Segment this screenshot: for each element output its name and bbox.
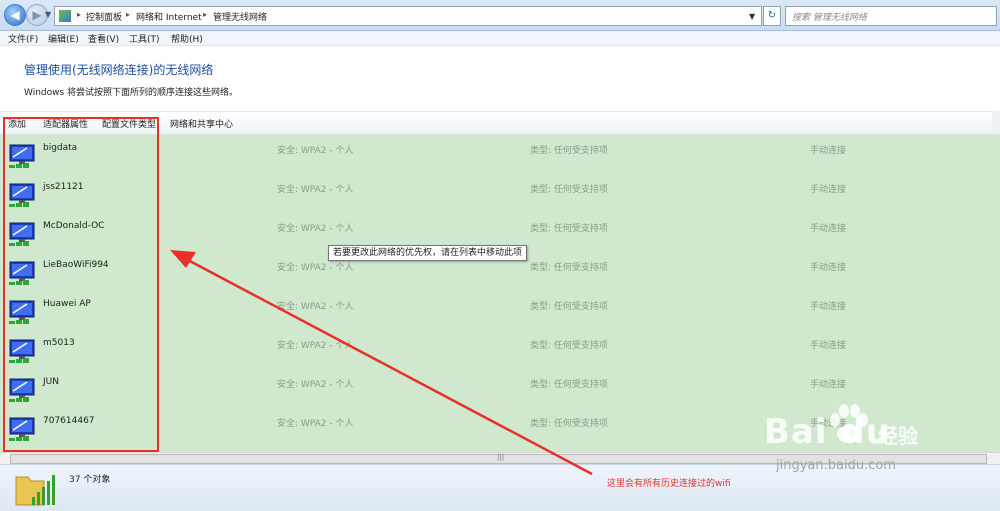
breadcrumb-separator-icon[interactable]: ▸ [126, 10, 130, 19]
network-security: 安全: WPA2 - 个人 [277, 302, 354, 312]
page-subtitle: Windows 将尝试按照下面所列的顺序连接这些网络。 [24, 88, 239, 98]
breadcrumb[interactable]: ▸ 控制面板 ▸ 网络和 Internet ▸ 管理无线网络 ▼ [54, 6, 762, 26]
network-connect-mode: 手动连接 [810, 185, 847, 195]
refresh-icon[interactable]: ↻ [763, 6, 781, 26]
menu-tools[interactable]: 工具(T) [129, 32, 160, 45]
watermark-logo: Bai du [764, 412, 891, 452]
watermark-url: jingyan.baidu.com [776, 458, 896, 473]
network-security: 安全: WPA2 - 个人 [277, 224, 354, 234]
network-connect-mode: 手动连接 [810, 380, 847, 390]
back-arrow-icon[interactable]: ◀ [4, 4, 26, 26]
breadcrumb-network-internet[interactable]: 网络和 Internet [136, 10, 202, 23]
breadcrumb-control-panel[interactable]: 控制面板 [86, 10, 122, 23]
network-connect-mode: 手动连接 [810, 302, 847, 312]
breadcrumb-separator-icon[interactable]: ▸ [77, 10, 81, 19]
breadcrumb-separator-icon[interactable]: ▸ [203, 10, 207, 19]
network-security: 安全: WPA2 - 个人 [277, 146, 354, 156]
scroll-grip-icon: ||| [497, 453, 505, 461]
network-type: 类型: 任何受支持项 [530, 419, 608, 429]
menu-bar: 文件(F) 编辑(E) 查看(V) 工具(T) 帮助(H) [0, 31, 1000, 46]
highlight-box [3, 117, 159, 452]
wireless-folder-icon [15, 475, 55, 506]
search-placeholder: 搜索 管理无线网络 [792, 13, 867, 23]
menu-edit[interactable]: 编辑(E) [48, 32, 79, 45]
network-type: 类型: 任何受支持项 [530, 185, 608, 195]
annotation-text: 这里会有所有历史连接过的wifi [607, 479, 731, 489]
network-security: 安全: WPA2 - 个人 [277, 380, 354, 390]
network-type: 类型: 任何受支持项 [530, 341, 608, 351]
address-dropdown-icon[interactable]: ▼ [749, 12, 755, 21]
network-type: 类型: 任何受支持项 [530, 302, 608, 312]
priority-tooltip: 若要更改此网络的优先权，请在列表中移动此项 [328, 245, 528, 261]
network-connect-mode: 手动连接 [810, 341, 847, 351]
menu-view[interactable]: 查看(V) [88, 32, 119, 45]
menu-help[interactable]: 帮助(H) [171, 32, 203, 45]
search-input[interactable]: 搜索 管理无线网络 [785, 6, 997, 26]
network-connect-mode: 手动连接 [810, 146, 847, 156]
menu-file[interactable]: 文件(F) [8, 32, 38, 45]
network-connect-mode: 手动连接 [810, 263, 847, 273]
network-security: 安全: WPA2 - 个人 [277, 185, 354, 195]
watermark-jingyan: 经验 [878, 424, 918, 448]
page-title: 管理使用(无线网络连接)的无线网络 [24, 63, 214, 77]
network-security: 安全: WPA2 - 个人 [277, 263, 354, 273]
network-type: 类型: 任何受支持项 [530, 146, 608, 156]
recent-pages-dropdown-icon[interactable]: ▼ [45, 10, 51, 19]
network-type: 类型: 任何受支持项 [530, 224, 608, 234]
network-type: 类型: 任何受支持项 [530, 380, 608, 390]
network-security: 安全: WPA2 - 个人 [277, 341, 354, 351]
network-type: 类型: 任何受支持项 [530, 263, 608, 273]
network-security: 安全: WPA2 - 个人 [277, 419, 354, 429]
control-panel-icon [59, 10, 71, 22]
network-sharing-center-button[interactable]: 网络和共享中心 [170, 117, 233, 130]
network-connect-mode: 手动连接 [810, 224, 847, 234]
address-bar: ◀ ▶ ▼ ▸ 控制面板 ▸ 网络和 Internet ▸ 管理无线网络 ▼ ↻… [0, 0, 1000, 31]
object-count: 37 个对象 [69, 475, 111, 485]
breadcrumb-manage-wireless[interactable]: 管理无线网络 [213, 10, 267, 23]
